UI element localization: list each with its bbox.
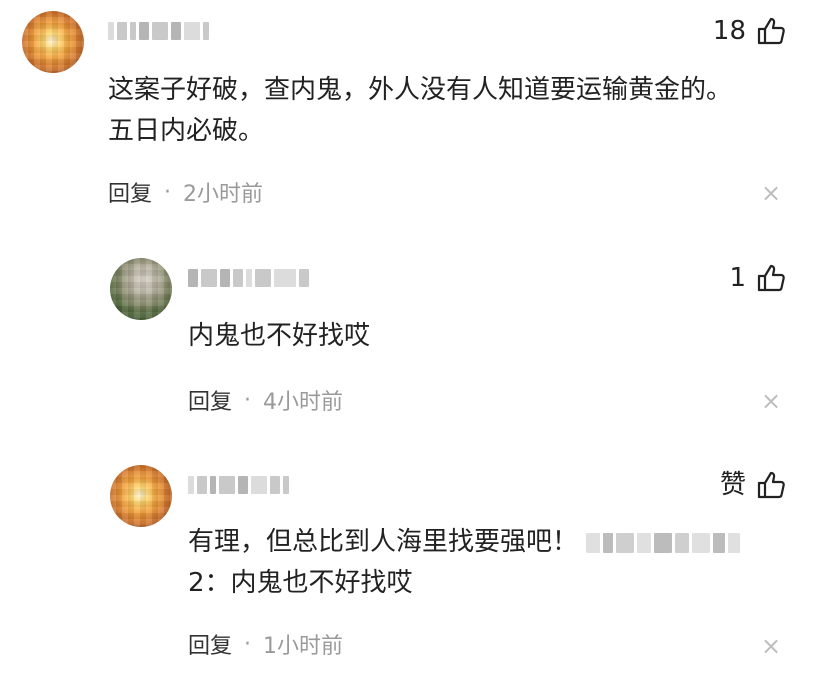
timestamp: 1小时前: [263, 634, 344, 659]
like-button[interactable]: 赞: [720, 468, 786, 502]
quoted-username-blurred[interactable]: [586, 530, 741, 556]
comment-text-line2: 2：内鬼也不好找哎: [188, 568, 413, 598]
separator-dot: ·: [244, 631, 252, 657]
username-blurred[interactable]: [188, 474, 289, 496]
thumbs-up-icon: [757, 471, 785, 499]
reply-item: 赞 有理，但总比到人海里找要强吧！ 2：内鬼也不好找哎 回复 · 1小时前 ×: [0, 0, 828, 677]
comment-text: 有理，但总比到人海里找要强吧！: [188, 522, 741, 562]
close-icon[interactable]: ×: [759, 634, 783, 658]
reply-button[interactable]: 回复: [188, 628, 232, 660]
like-label: 赞: [719, 470, 746, 500]
comment-text-content: 有理，但总比到人海里找要强吧！: [188, 527, 579, 557]
avatar[interactable]: [110, 465, 172, 527]
comment-meta: 回复 · 1小时前: [188, 628, 344, 660]
